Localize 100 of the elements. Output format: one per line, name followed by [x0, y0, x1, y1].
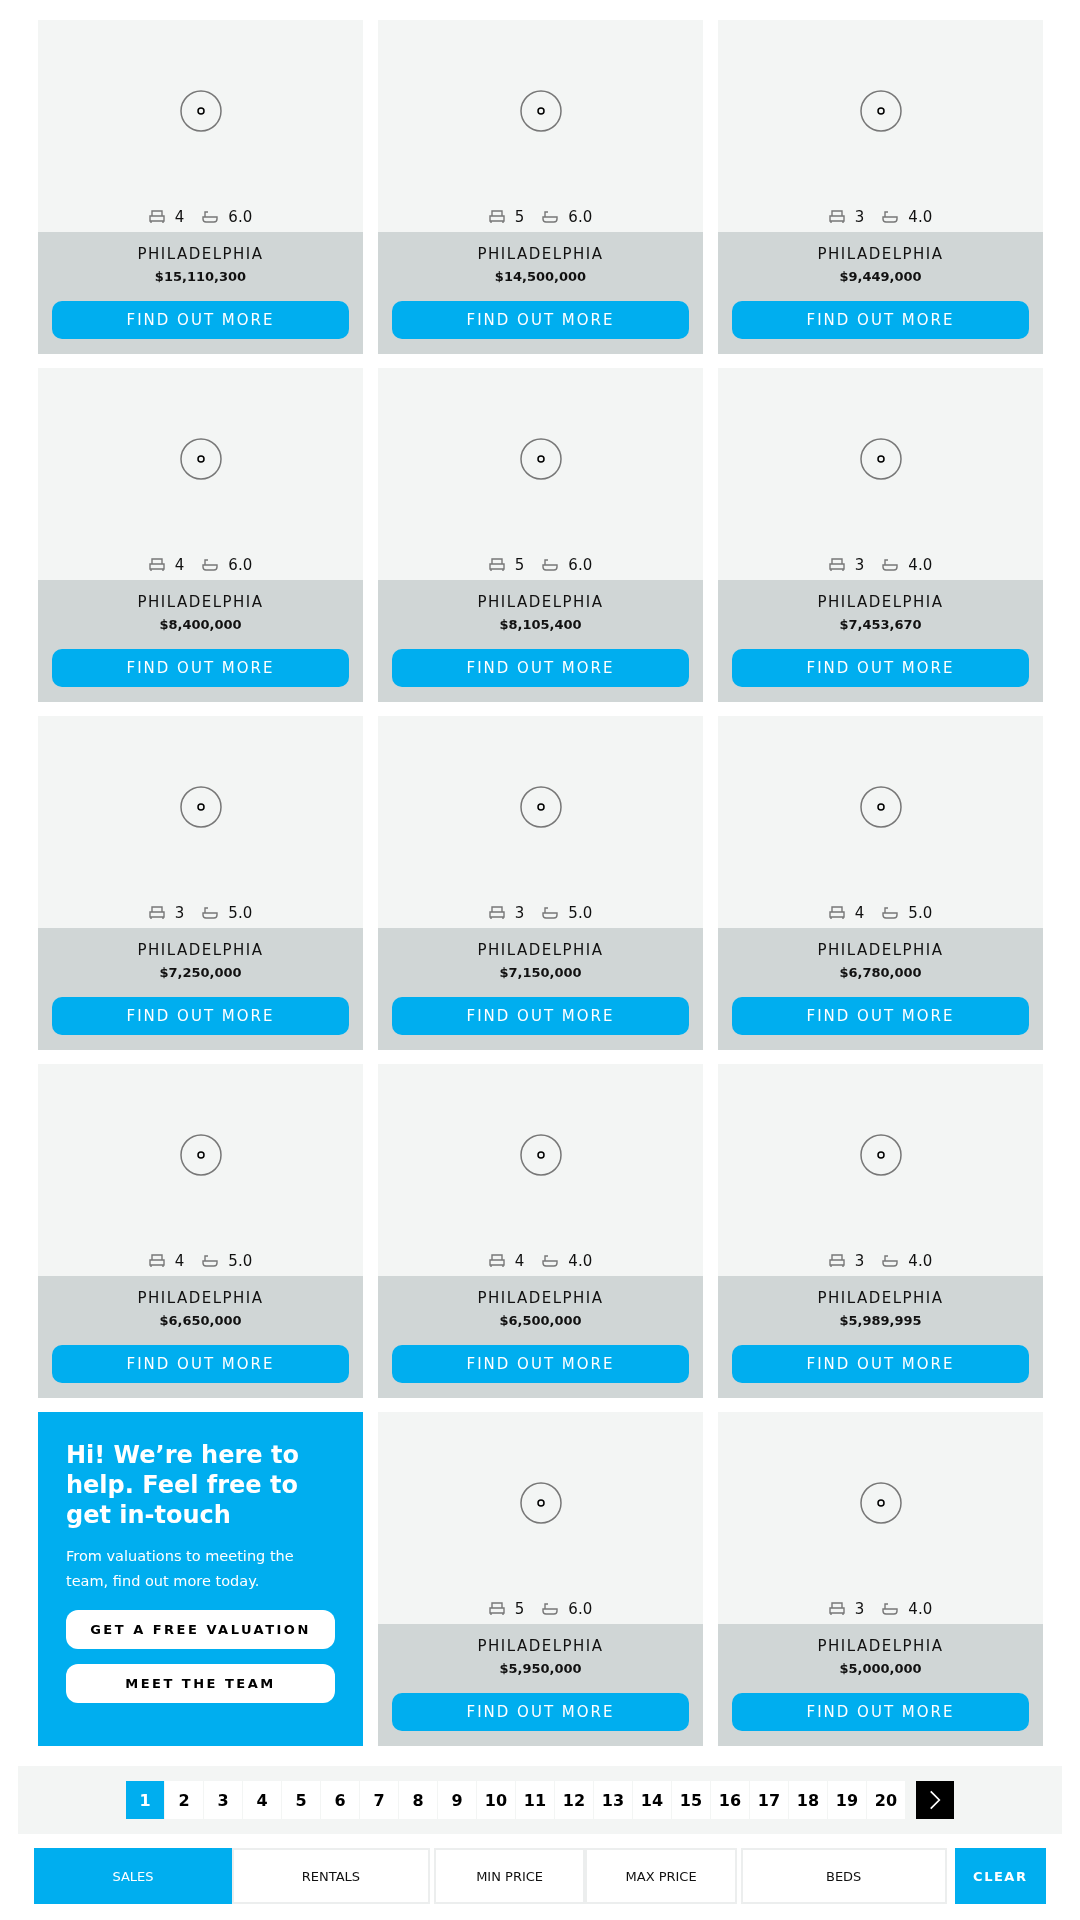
page-button[interactable]: 3	[204, 1781, 242, 1819]
bed-icon	[828, 1254, 845, 1268]
page-button[interactable]: 20	[867, 1781, 905, 1819]
page-button[interactable]: 17	[750, 1781, 788, 1819]
listing-city: PHILADELPHIA	[817, 593, 944, 611]
filter-tab[interactable]: RENTALS	[231, 1848, 430, 1904]
filter-dropdown[interactable]: MIN PRICE	[433, 1848, 586, 1904]
listing-price: $8,400,000	[159, 617, 242, 632]
bathtub-icon	[882, 1254, 899, 1268]
listing-city: PHILADELPHIA	[137, 941, 264, 959]
page-button[interactable]: 9	[438, 1781, 476, 1819]
bath-count: 4.0	[908, 1252, 933, 1270]
page-button[interactable]: 19	[828, 1781, 866, 1819]
bathtub-icon	[542, 558, 559, 572]
bathtub-icon	[542, 1602, 559, 1616]
circle-icon	[519, 1482, 562, 1524]
page-button[interactable]: 18	[789, 1781, 827, 1819]
page-button[interactable]: 8	[399, 1781, 437, 1819]
circle-icon	[859, 438, 902, 480]
listing-city: PHILADELPHIA	[137, 1289, 264, 1307]
bed-count: 3	[854, 208, 865, 226]
bathtub-icon	[542, 906, 559, 920]
page-button[interactable]: 13	[594, 1781, 632, 1819]
page-button[interactable]: 4	[243, 1781, 281, 1819]
bath-count: 6.0	[228, 208, 253, 226]
page-button[interactable]: 2	[165, 1781, 203, 1819]
page-button[interactable]: 12	[555, 1781, 593, 1819]
bed-icon	[148, 210, 165, 224]
circle-icon	[179, 438, 222, 480]
circle-icon	[179, 786, 222, 828]
page-button[interactable]: 11	[516, 1781, 554, 1819]
bed-count: 4	[174, 1252, 185, 1270]
listing-city: PHILADELPHIA	[137, 245, 264, 263]
bathtub-icon	[882, 558, 899, 572]
listing-city: PHILADELPHIA	[817, 941, 944, 959]
page-button[interactable]: 14	[633, 1781, 671, 1819]
circle-icon	[859, 786, 902, 828]
bathtub-icon	[882, 1602, 899, 1616]
listing-city: PHILADELPHIA	[477, 1289, 604, 1307]
circle-icon	[179, 1134, 222, 1176]
bathtub-icon	[542, 210, 559, 224]
listing-city: PHILADELPHIA	[477, 593, 604, 611]
listing-price: $7,150,000	[499, 965, 582, 980]
next-page-button[interactable]	[916, 1781, 954, 1819]
contact-button[interactable]: MEET THE TEAM	[66, 1664, 335, 1703]
circle-icon	[859, 1134, 902, 1176]
listing-price: $7,250,000	[159, 965, 242, 980]
listing-price: $15,110,300	[154, 269, 247, 284]
chevron-right-icon	[929, 1789, 941, 1811]
page-button[interactable]: 7	[360, 1781, 398, 1819]
page-button[interactable]: 10	[477, 1781, 515, 1819]
page-button[interactable]: 5	[282, 1781, 320, 1819]
filter-dropdown[interactable]: MAX PRICE	[585, 1848, 737, 1904]
listing-city: PHILADELPHIA	[477, 1637, 604, 1655]
bathtub-icon	[202, 1254, 219, 1268]
bath-count: 5.0	[568, 904, 593, 922]
bed-count: 3	[514, 904, 525, 922]
bed-icon	[148, 1254, 165, 1268]
bed-icon	[488, 906, 505, 920]
bathtub-icon	[202, 558, 219, 572]
bed-count: 4	[174, 556, 185, 574]
contact-button[interactable]: GET A FREE VALUATION	[66, 1610, 335, 1649]
bath-count: 4.0	[908, 556, 933, 574]
listing-city: PHILADELPHIA	[477, 941, 604, 959]
bath-count: 6.0	[228, 556, 253, 574]
bath-count: 6.0	[568, 1600, 593, 1618]
page-button[interactable]: 15	[672, 1781, 710, 1819]
circle-icon	[859, 1482, 902, 1524]
bath-count: 6.0	[568, 208, 593, 226]
circle-icon	[179, 90, 222, 132]
bathtub-icon	[202, 210, 219, 224]
filter-dropdown[interactable]: BEDS	[740, 1848, 947, 1904]
contact-heading: Hi! We’re here to help. Feel free to get in-touch	[66, 1440, 300, 1530]
listing-city: PHILADELPHIA	[137, 593, 264, 611]
bed-icon	[828, 210, 845, 224]
bath-count: 6.0	[568, 556, 593, 574]
page-button[interactable]: 16	[711, 1781, 749, 1819]
bath-count: 4.0	[908, 208, 933, 226]
contact-text: From valuations to meeting the team, find out more today.	[66, 1547, 295, 1591]
listing-city: PHILADELPHIA	[817, 1289, 944, 1307]
circle-icon	[519, 438, 562, 480]
listing-city: PHILADELPHIA	[477, 245, 604, 263]
bed-icon	[828, 906, 845, 920]
bathtub-icon	[542, 1254, 559, 1268]
bed-count: 5	[514, 1600, 525, 1618]
bed-count: 3	[854, 1252, 865, 1270]
bed-count: 5	[514, 556, 525, 574]
listing-price: $5,950,000	[499, 1661, 582, 1676]
listing-price: $5,000,000	[839, 1661, 922, 1676]
page-button[interactable]: 6	[321, 1781, 359, 1819]
circle-icon	[519, 1134, 562, 1176]
bed-icon	[488, 210, 505, 224]
bathtub-icon	[882, 906, 899, 920]
circle-icon	[519, 90, 562, 132]
bathtub-icon	[882, 210, 899, 224]
bed-icon	[148, 906, 165, 920]
listing-price: $6,650,000	[159, 1313, 242, 1328]
circle-icon	[859, 90, 902, 132]
bed-count: 5	[514, 208, 525, 226]
listing-city: PHILADELPHIA	[817, 245, 944, 263]
